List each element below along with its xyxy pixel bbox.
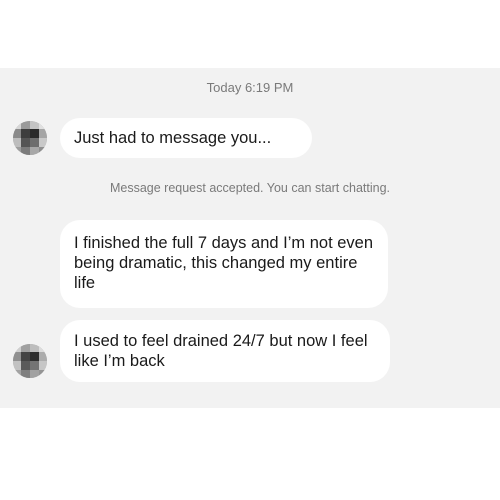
sender-avatar[interactable] [13,344,47,378]
message-bubble[interactable]: Just had to message you... [60,118,312,158]
sender-avatar[interactable] [13,121,47,155]
message-bubble[interactable]: I used to feel drained 24/7 but now I fe… [60,320,390,382]
message-request-notice: Message request accepted. You can start … [109,181,391,195]
message-timestamp: Today 6:19 PM [206,80,294,95]
chat-thread: Today 6:19 PM Just had to message you...… [0,68,500,408]
message-bubble[interactable]: I finished the full 7 days and I’m not e… [60,220,388,308]
pixelated-profile-avatar-icon [13,121,47,155]
pixelated-profile-avatar-icon [13,344,47,378]
